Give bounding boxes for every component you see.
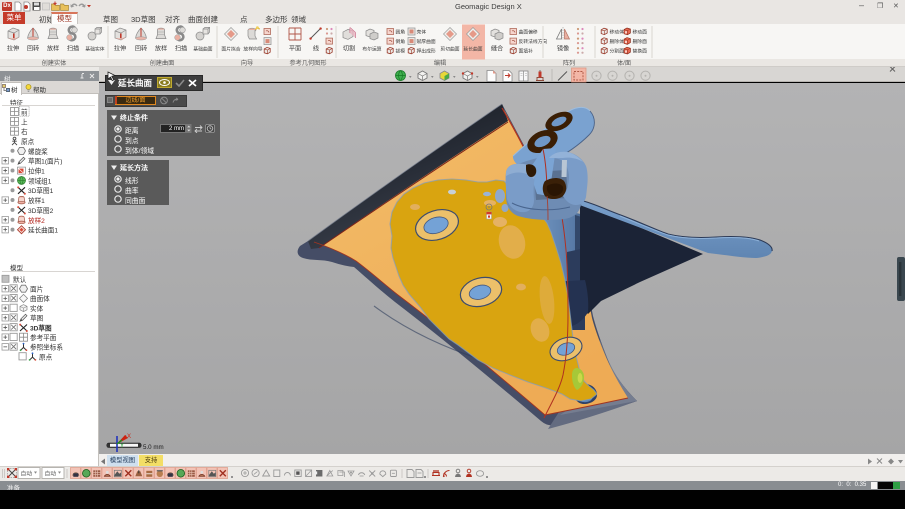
svg-text:缝合: 缝合 [491, 45, 503, 53]
svg-text:曲面偏移: 曲面偏移 [519, 29, 538, 36]
svg-text:草图: 草图 [30, 314, 44, 323]
svg-text:拉伸1: 拉伸1 [28, 167, 45, 176]
svg-text:剪切曲面: 剪切曲面 [440, 46, 459, 53]
svg-text:移动体: 移动体 [610, 29, 625, 36]
svg-text:实体: 实体 [30, 304, 44, 313]
svg-text:扫描: 扫描 [175, 45, 187, 53]
svg-text:押出成形: 押出成形 [417, 48, 436, 55]
svg-text:领域组1: 领域组1 [28, 176, 52, 185]
svg-text:基础实体: 基础实体 [85, 46, 104, 53]
svg-text:Y: Y [120, 444, 124, 450]
svg-text:前: 前 [21, 107, 28, 116]
svg-text:拉伸: 拉伸 [7, 45, 19, 53]
svg-text:编辑: 编辑 [434, 59, 446, 67]
svg-text:拉伸: 拉伸 [114, 45, 126, 53]
svg-text:X: X [127, 434, 131, 440]
svg-text:创建曲面: 创建曲面 [150, 59, 175, 67]
svg-text:基础曲面: 基础曲面 [193, 46, 212, 53]
svg-text:螺旋桨: 螺旋桨 [28, 147, 48, 156]
svg-text:面填补: 面填补 [519, 48, 534, 55]
svg-text:参考几何图形: 参考几何图形 [289, 59, 326, 67]
svg-text:镜像: 镜像 [557, 45, 569, 53]
svg-text:删除体: 删除体 [610, 38, 625, 45]
svg-text:放样2: 放样2 [28, 216, 45, 225]
svg-text:放样: 放样 [47, 45, 59, 53]
svg-text:倒角: 倒角 [396, 38, 406, 45]
svg-text:草图1(面片): 草图1(面片) [28, 157, 62, 166]
svg-text:平面: 平面 [289, 46, 301, 53]
svg-text:回转: 回转 [135, 45, 147, 53]
svg-text:向导: 向导 [241, 59, 253, 67]
svg-text:右: 右 [21, 127, 28, 136]
svg-text:体/面: 体/面 [617, 59, 631, 67]
svg-text:上: 上 [21, 117, 28, 126]
svg-text:3D草图2: 3D草图2 [28, 206, 54, 215]
svg-text:参考平面: 参考平面 [30, 333, 57, 342]
svg-text:原点: 原点 [39, 353, 53, 361]
svg-text:自动: 自动 [21, 470, 33, 478]
svg-text:3D草图: 3D草图 [30, 323, 52, 332]
svg-text:回转: 回转 [27, 45, 39, 53]
svg-text:拔模: 拔模 [396, 48, 406, 55]
svg-text:延长曲面1: 延长曲面1 [28, 226, 58, 235]
svg-text:曲面体: 曲面体 [30, 294, 50, 303]
svg-text:圆角: 圆角 [396, 29, 406, 36]
svg-text:线: 线 [313, 45, 319, 53]
svg-text:壳体: 壳体 [417, 29, 427, 36]
svg-text:参照坐标系: 参照坐标系 [30, 343, 63, 352]
svg-text:删除面: 删除面 [633, 38, 648, 45]
svg-text:移动面: 移动面 [633, 29, 648, 36]
svg-text:面片拟合: 面片拟合 [221, 46, 240, 53]
svg-text:自动: 自动 [45, 470, 57, 478]
svg-text:原点: 原点 [21, 138, 35, 146]
svg-text:5.0 mm: 5.0 mm [143, 444, 164, 451]
svg-text:阵列: 阵列 [563, 59, 575, 67]
svg-text:默认: 默认 [13, 275, 27, 284]
svg-text:分割面: 分割面 [610, 48, 625, 55]
svg-text:放样1: 放样1 [28, 196, 45, 205]
svg-text:放样向导: 放样向导 [243, 46, 262, 53]
svg-text:替换面: 替换面 [633, 48, 648, 55]
svg-text:创建实体: 创建实体 [42, 59, 68, 67]
svg-text:布尔运算: 布尔运算 [362, 46, 381, 53]
svg-text:赋厚曲面: 赋厚曲面 [417, 38, 436, 45]
svg-text:扫描: 扫描 [67, 45, 79, 53]
svg-text:面片: 面片 [30, 285, 43, 294]
svg-text:切割: 切割 [343, 45, 355, 53]
svg-text:延长曲面: 延长曲面 [463, 46, 482, 53]
svg-text:放样: 放样 [155, 45, 167, 53]
svg-text:3D草图1: 3D草图1 [28, 186, 54, 195]
